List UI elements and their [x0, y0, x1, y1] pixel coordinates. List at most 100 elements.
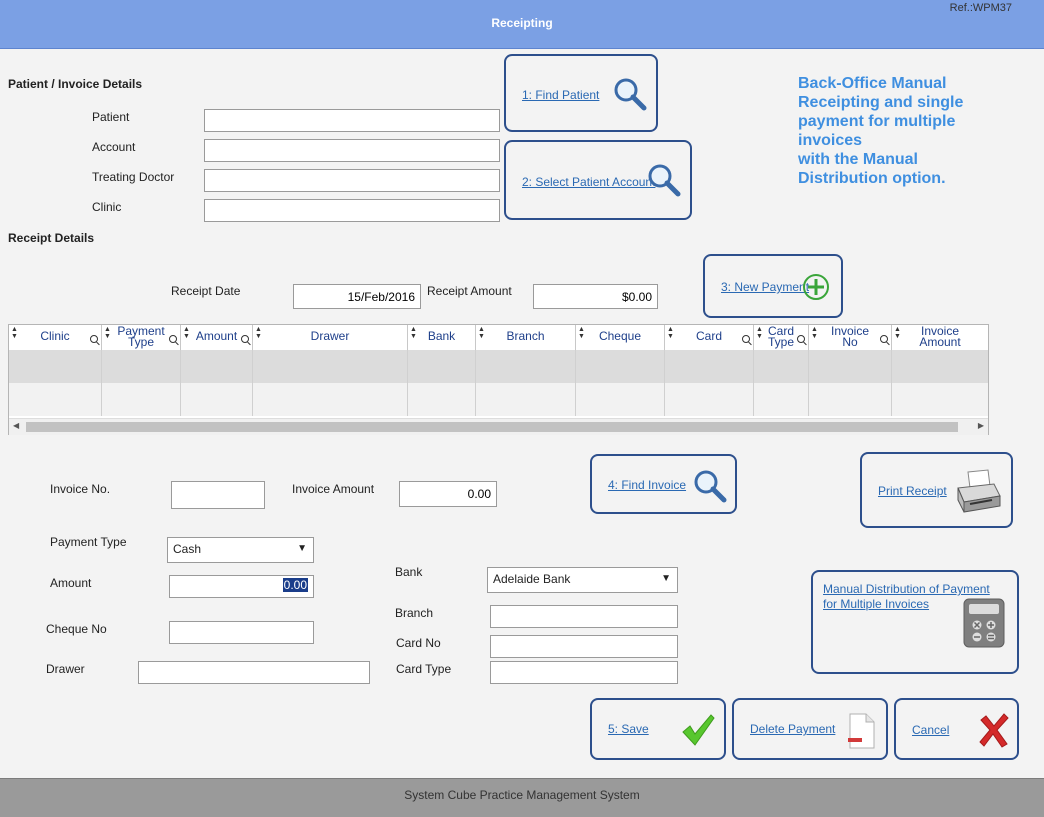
card-no-input[interactable]	[490, 635, 678, 658]
filter-icon[interactable]	[742, 335, 750, 343]
bank-value: Adelaide Bank	[493, 572, 571, 586]
filter-icon[interactable]	[90, 335, 98, 343]
receipt-details-heading: Receipt Details	[8, 231, 95, 245]
title-bar: Receipting Ref.:WPM37	[0, 0, 1044, 49]
column-divider	[808, 350, 809, 416]
treating-doctor-input[interactable]	[204, 169, 500, 192]
column-divider	[475, 350, 476, 416]
delete-payment-button[interactable]: Delete Payment	[732, 698, 888, 760]
drawer-input[interactable]	[138, 661, 370, 684]
grid-header-cheque[interactable]: ▲ ▼ Cheque	[576, 325, 665, 350]
manual-distribution-button[interactable]: Manual Distribution of Payment for Multi…	[811, 570, 1019, 674]
table-row[interactable]	[9, 383, 988, 416]
column-divider	[575, 350, 576, 416]
card-type-label: Card Type	[396, 662, 452, 676]
scrollbar-thumb[interactable]	[26, 422, 958, 432]
grid-header-branch[interactable]: ▲ ▼ Branch	[476, 325, 576, 350]
sort-icon[interactable]: ▲ ▼	[578, 326, 585, 340]
select-patient-account-link[interactable]: 2: Select Patient Account	[522, 175, 655, 189]
patient-label: Patient	[92, 110, 130, 124]
magnifier-icon	[694, 470, 727, 503]
magnifier-icon	[614, 78, 647, 111]
grid-header-card[interactable]: ▲ ▼ Card	[665, 325, 754, 350]
find-patient-link[interactable]: 1: Find Patient	[522, 88, 599, 102]
plus-icon	[803, 274, 829, 300]
grid-header-bank[interactable]: ▲ ▼ Bank	[408, 325, 476, 350]
filter-icon[interactable]	[241, 335, 249, 343]
column-divider	[180, 350, 181, 416]
horizontal-scrollbar[interactable]: ◀ ▶	[9, 418, 988, 435]
column-divider	[664, 350, 665, 416]
filter-icon[interactable]	[797, 335, 805, 343]
magnifier-icon	[648, 164, 681, 197]
document-delete-icon	[848, 713, 875, 749]
select-patient-account-button[interactable]: 2: Select Patient Account	[504, 140, 692, 220]
patient-invoice-heading: Patient / Invoice Details	[8, 77, 143, 91]
grid-header-invoice-no[interactable]: ▲ ▼ Invoice No	[809, 325, 892, 350]
grid-header-invoice-amount[interactable]: ▲ ▼ Invoice Amount	[892, 325, 988, 350]
bank-select[interactable]: Adelaide Bank ▼	[487, 567, 678, 593]
sort-icon[interactable]: ▲ ▼	[255, 326, 262, 340]
sort-icon[interactable]: ▲ ▼	[667, 326, 674, 340]
amount-label: Amount	[50, 576, 92, 590]
filter-icon[interactable]	[880, 335, 888, 343]
info-line: invoices	[798, 132, 863, 149]
footer-text: System Cube Practice Management System	[404, 788, 640, 802]
sort-icon[interactable]: ▲ ▼	[478, 326, 485, 340]
invoice-no-input[interactable]	[171, 481, 265, 509]
receipt-amount-input[interactable]	[533, 284, 658, 309]
reference-code: Ref.:WPM37	[949, 2, 1012, 14]
sort-icon[interactable]: ▲ ▼	[104, 326, 111, 340]
info-line: Distribution option.	[798, 170, 946, 187]
scroll-left-icon[interactable]: ◀	[13, 421, 19, 430]
scroll-right-icon[interactable]: ▶	[978, 421, 984, 430]
patient-input[interactable]	[204, 109, 500, 132]
find-invoice-link[interactable]: 4: Find Invoice	[608, 478, 686, 492]
receipt-date-input[interactable]	[293, 284, 421, 309]
invoice-amount-input[interactable]	[399, 481, 497, 507]
filter-icon[interactable]	[169, 335, 177, 343]
grid-header-card-type[interactable]: ▲ ▼ Card Type	[754, 325, 809, 350]
bank-label: Bank	[395, 565, 423, 579]
payments-grid[interactable]: ▲ ▼ Clinic ▲ ▼ Payment Type ▲ ▼ Amount ▲ ▼ Dr…	[8, 324, 989, 435]
new-payment-link[interactable]: 3: New Payment	[721, 280, 809, 294]
print-receipt-button[interactable]: Print Receipt	[860, 452, 1013, 528]
payment-type-select[interactable]: Cash ▼	[167, 537, 314, 563]
clinic-input[interactable]	[204, 199, 500, 222]
cheque-no-label: Cheque No	[46, 622, 107, 636]
find-invoice-button[interactable]: 4: Find Invoice	[590, 454, 737, 514]
find-patient-button[interactable]: 1: Find Patient	[504, 54, 658, 132]
calculator-icon	[963, 598, 1005, 648]
branch-input[interactable]	[490, 605, 678, 628]
table-row[interactable]	[9, 350, 988, 383]
grid-header-drawer[interactable]: ▲ ▼ Drawer	[253, 325, 408, 350]
page-title: Receipting	[491, 16, 553, 30]
account-input[interactable]	[204, 139, 500, 162]
cheque-no-input[interactable]	[169, 621, 314, 644]
cancel-button[interactable]: Cancel	[894, 698, 1019, 760]
sort-icon[interactable]: ▲ ▼	[756, 326, 763, 340]
save-button[interactable]: 5: Save	[590, 698, 726, 760]
dropdown-arrow-icon[interactable]: ▼	[661, 573, 671, 584]
payment-type-label: Payment Type	[50, 535, 127, 549]
sort-icon[interactable]: ▲ ▼	[183, 326, 190, 340]
sort-icon[interactable]: ▲ ▼	[11, 326, 18, 340]
grid-header-payment-type[interactable]: ▲ ▼ Payment Type	[102, 325, 181, 350]
column-divider	[101, 350, 102, 416]
cancel-link[interactable]: Cancel	[912, 723, 949, 737]
dropdown-arrow-icon[interactable]: ▼	[297, 543, 307, 554]
receipt-amount-label: Receipt Amount	[427, 284, 512, 298]
sort-icon[interactable]: ▲ ▼	[894, 326, 901, 340]
save-link[interactable]: 5: Save	[608, 722, 649, 736]
checkmark-icon	[682, 714, 715, 746]
card-type-input[interactable]	[490, 661, 678, 684]
print-receipt-link[interactable]: Print Receipt	[878, 484, 947, 498]
sort-icon[interactable]: ▲ ▼	[410, 326, 417, 340]
amount-input[interactable]: 0.00	[169, 575, 314, 598]
printer-icon	[957, 469, 1001, 513]
grid-header-amount[interactable]: ▲ ▼ Amount	[181, 325, 253, 350]
sort-icon[interactable]: ▲ ▼	[811, 326, 818, 340]
delete-payment-link[interactable]: Delete Payment	[750, 722, 835, 736]
new-payment-button[interactable]: 3: New Payment	[703, 254, 843, 318]
grid-header-clinic[interactable]: ▲ ▼ Clinic	[9, 325, 102, 350]
